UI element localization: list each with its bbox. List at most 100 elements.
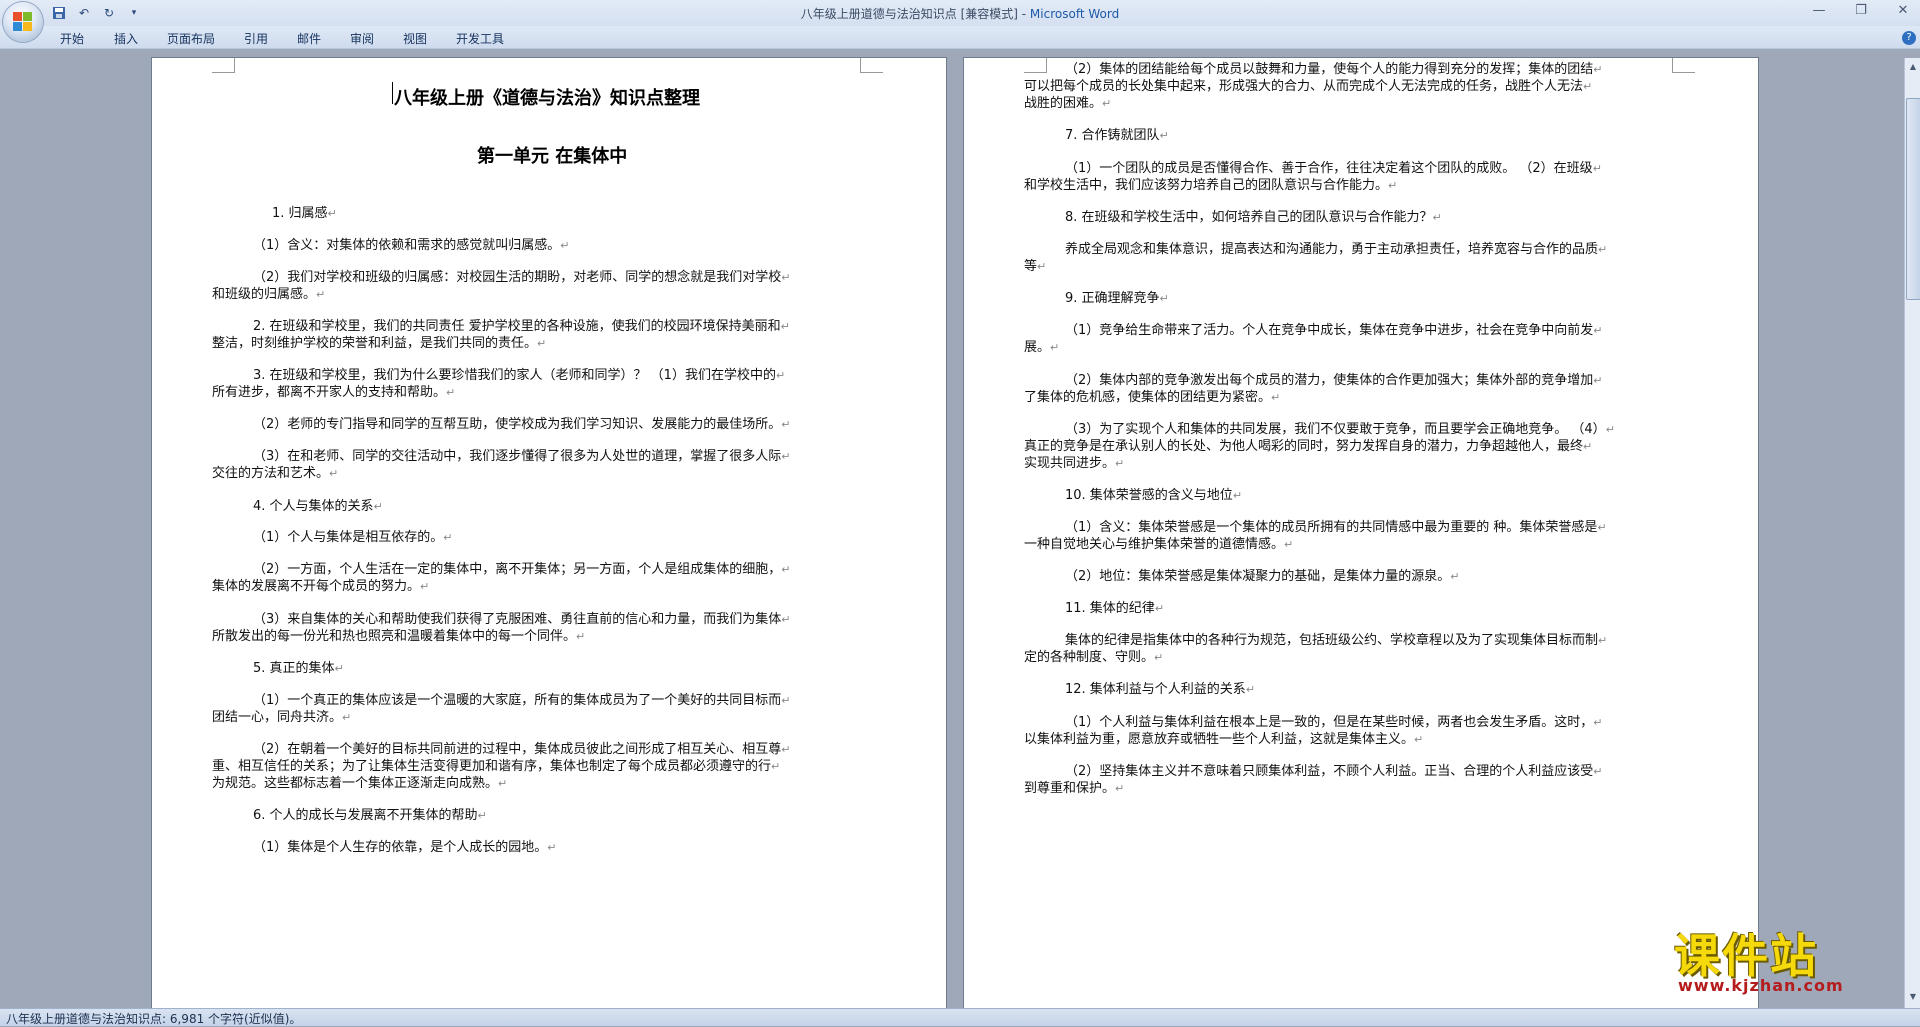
paragraph-line: 等↵ <box>1024 259 1047 274</box>
paragraph-mark-icon: ↵ <box>1159 129 1169 142</box>
paragraph-mark-icon: ↵ <box>1388 179 1398 192</box>
paragraph-line: （2）老师的专门指导和同学的互帮互助，使学校成为我们学习知识、发展能力的最佳场所… <box>253 417 791 432</box>
office-logo-icon <box>13 12 33 32</box>
paragraph-mark-icon: ↵ <box>329 467 339 480</box>
paragraph-line: （2）我们对学校和班级的归属感：对校园生活的期盼，对老师、同学的想念就是我们对学… <box>253 270 791 285</box>
paragraph-mark-icon: ↵ <box>780 320 790 333</box>
tab-home[interactable]: 开始 <box>60 30 84 47</box>
tab-page-layout[interactable]: 页面布局 <box>167 30 215 47</box>
paragraph-line: 所散发出的每一份光和热也照亮和温暖着集体中的每一个同伴。↵ <box>212 629 586 644</box>
paragraph-mark-icon: ↵ <box>1115 457 1125 470</box>
paragraph-mark-icon: ↵ <box>1271 391 1281 404</box>
paragraph-mark-icon: ↵ <box>1154 651 1164 664</box>
paragraph-mark-icon: ↵ <box>1583 80 1593 93</box>
vertical-scrollbar[interactable]: ▲ ▼ <box>1904 58 1920 1008</box>
paragraph-line: 以集体利益为重，愿意放弃或牺牲一些个人利益，这就是集体主义。↵ <box>1024 732 1424 747</box>
paragraph-line: 6. 个人的成长与发展离不开集体的帮助↵ <box>253 808 487 823</box>
paragraph-mark-icon: ↵ <box>771 760 781 773</box>
crop-mark <box>1672 58 1695 73</box>
paragraph-line: 1. 归属感↵ <box>272 206 337 221</box>
paragraph-mark-icon: ↵ <box>477 809 487 822</box>
paragraph-line: 了集体的危机感，使集体的团结更为紧密。↵ <box>1024 390 1281 405</box>
tab-developer[interactable]: 开发工具 <box>456 30 504 47</box>
paragraph-mark-icon: ↵ <box>1414 733 1424 746</box>
paragraph-mark-icon: ↵ <box>1037 260 1047 273</box>
crop-mark <box>212 58 235 73</box>
tab-view[interactable]: 视图 <box>403 30 427 47</box>
status-word-count[interactable]: 八年级上册道德与法治知识点: 6,981 个字符(近似值)。 <box>6 1010 301 1027</box>
paragraph-line: 实现共同进步。↵ <box>1024 456 1125 471</box>
paragraph-line: 为规范。这些都标志着一个集体正逐渐走向成熟。↵ <box>212 776 508 791</box>
paragraph-mark-icon: ↵ <box>781 450 791 463</box>
paragraph-line: 8. 在班级和学校生活中，如何培养自己的团队意识与合作能力？↵ <box>1065 210 1442 225</box>
text-cursor <box>392 82 393 104</box>
close-icon[interactable]: ✕ <box>1892 2 1914 20</box>
paragraph-mark-icon: ↵ <box>781 743 791 756</box>
paragraph-mark-icon: ↵ <box>1597 521 1607 534</box>
tab-mailings[interactable]: 邮件 <box>297 30 321 47</box>
paragraph-line: 4. 个人与集体的关系↵ <box>253 499 383 514</box>
paragraph-line: 展。↵ <box>1024 340 1060 355</box>
office-button[interactable] <box>3 2 43 42</box>
paragraph-line: （1）含义：对集体的依赖和需求的感觉就叫归属感。↵ <box>253 238 570 253</box>
paragraph-mark-icon: ↵ <box>781 563 791 576</box>
paragraph-line: 所有进步，都离不开家人的支持和帮助。↵ <box>212 385 456 400</box>
paragraph-mark-icon: ↵ <box>1593 765 1603 778</box>
paragraph-line: 10. 集体荣誉感的含义与地位↵ <box>1065 488 1243 503</box>
ribbon-tabs: 开始 插入 页面布局 引用 邮件 审阅 视图 开发工具 ? <box>0 26 1920 49</box>
paragraph-line: 团结一心，同舟共济。↵ <box>212 710 352 725</box>
paragraph-mark-icon: ↵ <box>1605 423 1615 436</box>
minimize-icon[interactable]: — <box>1808 2 1830 20</box>
paragraph-line: 和班级的归属感。↵ <box>212 287 326 302</box>
paragraph-mark-icon: ↵ <box>1154 602 1165 615</box>
paragraph-mark-icon: ↵ <box>1115 782 1125 795</box>
document-page-right[interactable]: （2）集体的团结能给每个成员以鼓舞和力量，使每个人的能力得到充分的发挥；集体的团… <box>964 58 1758 1008</box>
unit-heading: 第一单元 在集体中 <box>477 146 628 167</box>
paragraph-mark-icon: ↵ <box>1598 634 1608 647</box>
paragraph-mark-icon: ↵ <box>1159 292 1169 305</box>
paragraph-mark-icon: ↵ <box>1592 162 1602 175</box>
app-name: Microsoft Word <box>1029 7 1120 21</box>
paragraph-mark-icon: ↵ <box>443 531 453 544</box>
paragraph-mark-icon: ↵ <box>547 841 557 854</box>
paragraph-line: 交往的方法和艺术。↵ <box>212 466 339 481</box>
paragraph-line: 11. 集体的纪律↵ <box>1065 601 1165 616</box>
paragraph-mark-icon: ↵ <box>1593 63 1603 76</box>
paragraph-line: 9. 正确理解竞争↵ <box>1065 291 1169 306</box>
paragraph-line: 7. 合作铸就团队↵ <box>1065 128 1169 143</box>
paragraph-line: （2）坚持集体主义并不意味着只顾集体利益，不顾个人利益。正当、合理的个人利益应该… <box>1065 764 1603 779</box>
tab-review[interactable]: 审阅 <box>350 30 374 47</box>
status-bar: 八年级上册道德与法治知识点: 6,981 个字符(近似值)。 <box>0 1008 1920 1026</box>
crop-mark <box>1024 58 1047 73</box>
paragraph-mark-icon: ↵ <box>1232 489 1243 502</box>
scroll-up-icon[interactable]: ▲ <box>1906 60 1920 74</box>
paragraph-mark-icon: ↵ <box>1598 243 1608 256</box>
paragraph-mark-icon: ↵ <box>781 694 791 707</box>
document-page-left[interactable]: 八年级上册《道德与法治》知识点整理 第一单元 在集体中 1. 归属感↵ （1）含义… <box>152 58 946 1008</box>
paragraph-line: 12. 集体利益与个人利益的关系↵ <box>1065 682 1256 697</box>
document-title-text: 八年级上册道德与法治知识点 [兼容模式] - <box>800 7 1030 21</box>
paragraph-mark-icon: ↵ <box>1102 97 1112 110</box>
document-title: 八年级上册《道德与法治》知识点整理 <box>394 88 700 109</box>
tab-insert[interactable]: 插入 <box>114 30 138 47</box>
paragraph-mark-icon: ↵ <box>1050 341 1060 354</box>
watermark-url: www.kjzhan.com <box>1678 976 1844 995</box>
maximize-icon[interactable]: ❐ <box>1850 2 1872 20</box>
paragraph-mark-icon: ↵ <box>316 288 326 301</box>
paragraph-mark-icon: ↵ <box>334 662 344 675</box>
paragraph-mark-icon: ↵ <box>1593 324 1603 337</box>
help-icon[interactable]: ? <box>1902 31 1916 45</box>
paragraph-mark-icon: ↵ <box>327 207 337 220</box>
paragraph-mark-icon: ↵ <box>1593 716 1603 729</box>
paragraph-line: 集体的发展离不开每个成员的努力。↵ <box>212 579 430 594</box>
paragraph-mark-icon: ↵ <box>1450 570 1460 583</box>
paragraph-mark-icon: ↵ <box>1432 211 1442 224</box>
paragraph-mark-icon: ↵ <box>1593 374 1603 387</box>
paragraph-mark-icon: ↵ <box>781 418 791 431</box>
paragraph-mark-icon: ↵ <box>576 630 586 643</box>
paragraph-mark-icon: ↵ <box>342 711 352 724</box>
scroll-thumb[interactable] <box>1906 98 1920 300</box>
tab-references[interactable]: 引用 <box>244 30 268 47</box>
paragraph-line: 整洁，时刻维护学校的荣誉和利益，是我们共同的责任。↵ <box>212 336 547 351</box>
paragraph-mark-icon: ↵ <box>420 580 430 593</box>
